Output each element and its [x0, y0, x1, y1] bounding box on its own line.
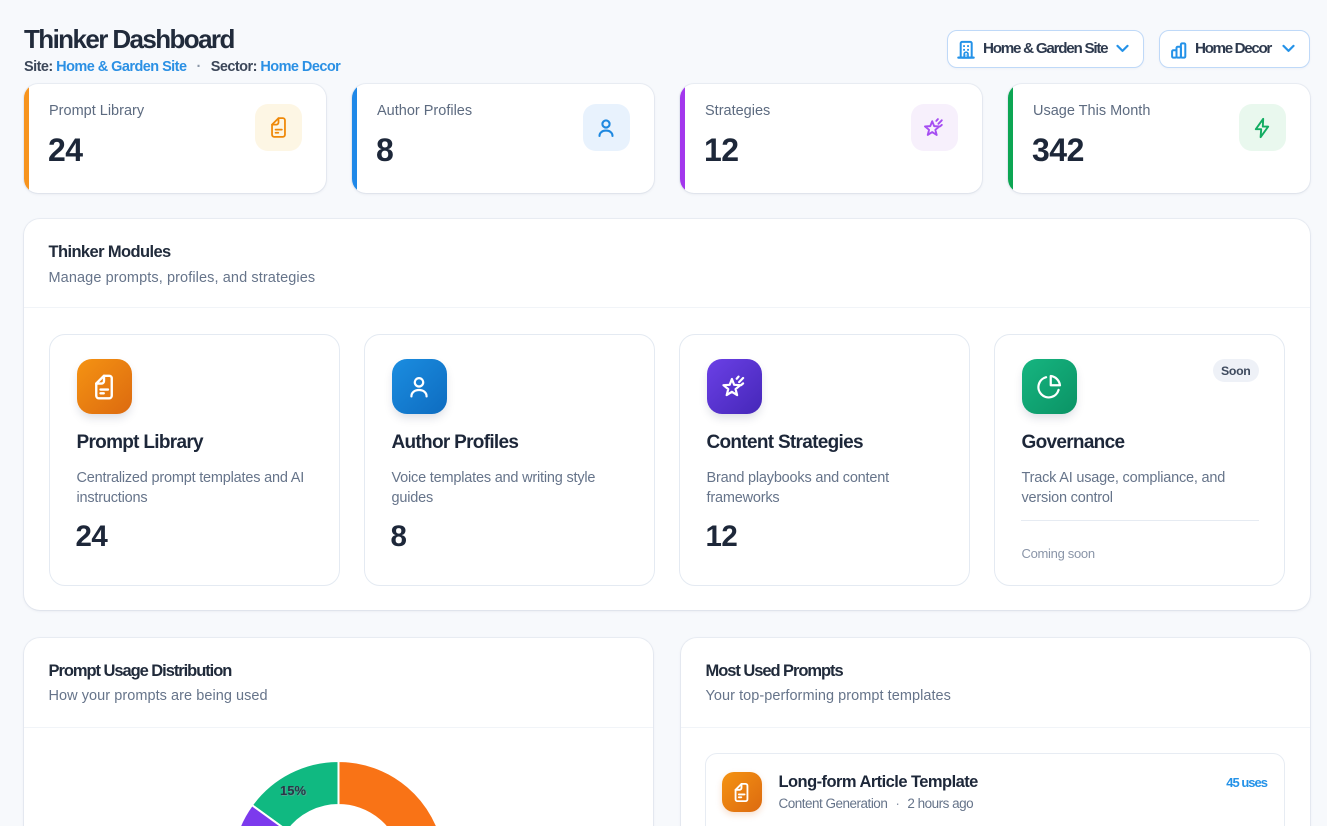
svg-text:15%: 15%: [280, 783, 306, 798]
